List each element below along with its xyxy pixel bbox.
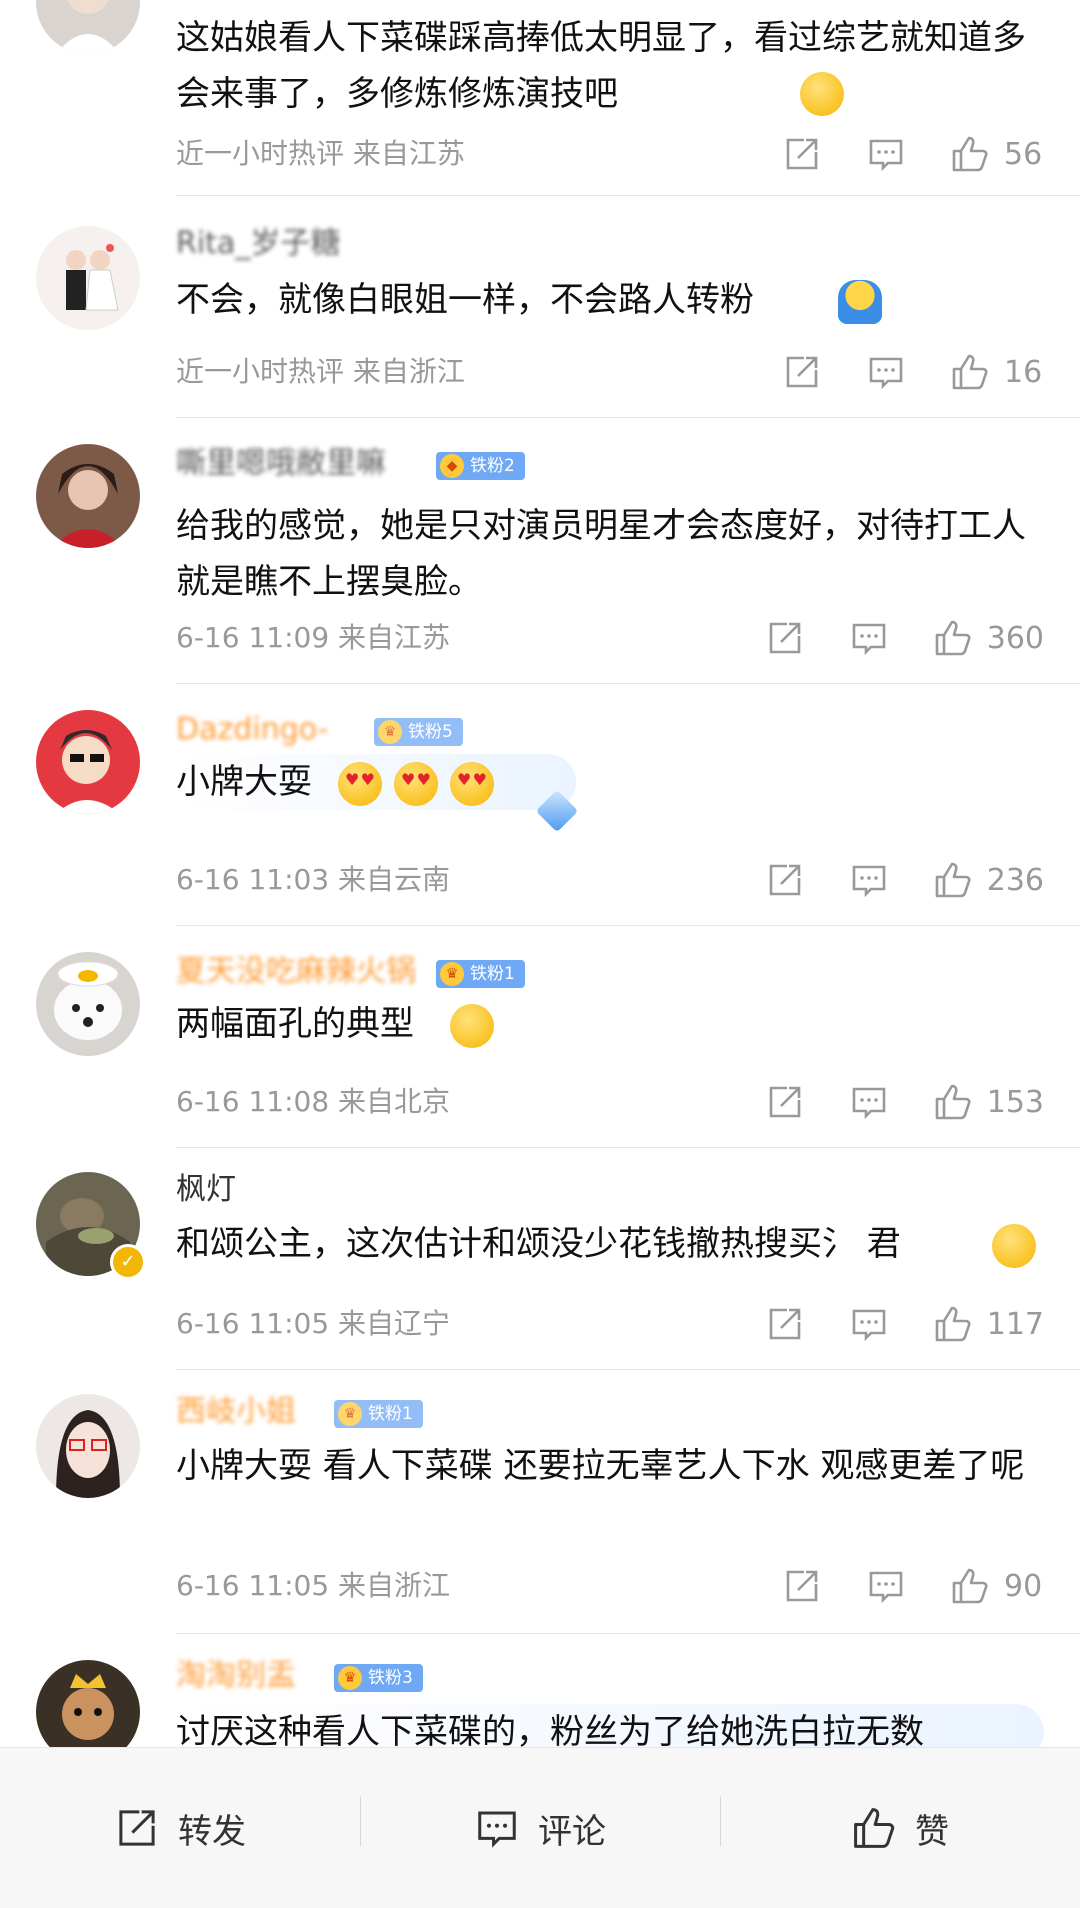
comment-text: 不会，就像白眼姐一样，不会路人转粉 xyxy=(176,280,754,320)
comment-button[interactable]: 评论 xyxy=(360,1748,720,1908)
verified-badge-icon: ✓ xyxy=(110,1244,146,1280)
comment-actions: 153 xyxy=(721,1078,1044,1126)
comment-text: 和颂公主，这次估计和颂没少花钱撤热搜买氵 君 xyxy=(176,1224,901,1264)
repost-icon[interactable] xyxy=(765,860,805,900)
comment-icon[interactable] xyxy=(866,352,906,392)
crown-icon: ♛ xyxy=(378,720,402,744)
diamond-icon: ◆ xyxy=(440,454,464,478)
avatar[interactable] xyxy=(36,1394,140,1498)
comment-text: 两幅面孔的典型 xyxy=(176,1004,414,1044)
heart-eyes-emoji-icon xyxy=(394,762,438,806)
comment-icon[interactable] xyxy=(849,1304,889,1344)
username[interactable]: 西岐小姐 xyxy=(176,1392,296,1432)
hug-emoji-icon xyxy=(838,280,882,324)
avatar[interactable] xyxy=(36,226,140,330)
comment-text: 给我的感觉，她是只对演员明星才会态度好，对待打工人就是瞧不上摆臭脸。 xyxy=(176,506,1026,602)
comment-item: Rita_岁子糖 不会，就像白眼姐一样，不会路人转粉 近一小时热评 来自浙江 1… xyxy=(0,196,1080,418)
repost-icon[interactable] xyxy=(782,352,822,392)
comment-meta: 6-16 11:03 来自云南 xyxy=(176,863,451,896)
fan-badge: ♛ 铁粉1 xyxy=(334,1400,423,1428)
like-count: 360 xyxy=(986,620,1044,656)
comment-meta: 近一小时热评 来自浙江 xyxy=(176,355,465,388)
like-icon[interactable] xyxy=(950,134,990,174)
heart-eyes-emoji-icon xyxy=(450,762,494,806)
repost-icon[interactable] xyxy=(765,1082,805,1122)
bottom-action-bar: 转发 评论 赞 xyxy=(0,1747,1080,1908)
comment-item: 这姑娘看人下菜碟踩高捧低太明显了，看过综艺就知道多会来事了，多修炼修炼演技吧 近… xyxy=(0,0,1080,196)
avatar[interactable] xyxy=(36,444,140,548)
avatar[interactable] xyxy=(36,952,140,1056)
fan-badge: ◆ 铁粉2 xyxy=(436,452,525,480)
username[interactable]: 淘淘别盂 xyxy=(176,1656,296,1696)
comment-text: 小牌大耍 xyxy=(176,762,312,802)
comment-meta: 6-16 11:09 来自江苏 xyxy=(176,621,451,654)
comment-actions: 117 xyxy=(721,1300,1044,1348)
comment-meta: 6-16 11:05 来自辽宁 xyxy=(176,1307,451,1340)
like-button[interactable]: 赞 xyxy=(720,1748,1080,1908)
like-icon[interactable] xyxy=(950,352,990,392)
avatar[interactable] xyxy=(36,0,140,54)
fan-badge: ♛ 铁粉5 xyxy=(374,718,463,746)
comment-item: Dazdingo- ♛铁粉5 小牌大耍 6-16 11:03 来自云南 236 xyxy=(0,684,1080,926)
comment-meta: 近一小时热评 来自江苏 xyxy=(176,137,465,170)
like-label: 赞 xyxy=(915,1811,949,1852)
crown-icon: ♛ xyxy=(338,1666,362,1690)
username[interactable]: 夏天没吃麻辣火锅 xyxy=(176,952,416,992)
comment-item: 西岐小姐 ♛ 铁粉1 小牌大耍 看人下菜碟 还要拉无辜艺人下水 观感更差了呢 6-… xyxy=(0,1370,1080,1634)
like-icon[interactable] xyxy=(933,860,973,900)
like-icon[interactable] xyxy=(933,1082,973,1122)
like-icon[interactable] xyxy=(933,1304,973,1344)
repost-icon[interactable] xyxy=(765,618,805,658)
comment-meta: 6-16 11:08 来自北京 xyxy=(176,1085,451,1118)
username[interactable]: Rita_岁子糖 xyxy=(176,224,340,264)
repost-icon[interactable] xyxy=(782,134,822,174)
comment-text: 小牌大耍 看人下菜碟 还要拉无辜艺人下水 观感更差了呢 xyxy=(176,1446,1025,1486)
like-icon[interactable] xyxy=(933,618,973,658)
comment-meta: 6-16 11:05 来自浙江 xyxy=(176,1569,451,1602)
fan-badge: ♛ 铁粉1 xyxy=(436,960,525,988)
comment-actions: 360 xyxy=(721,614,1044,662)
username[interactable]: Dazdingo- xyxy=(176,710,328,750)
comment-icon[interactable] xyxy=(849,1082,889,1122)
like-count: 90 xyxy=(1004,1568,1043,1604)
comment-icon xyxy=(478,1811,516,1848)
like-count: 56 xyxy=(1004,136,1043,172)
comment-actions: 236 xyxy=(721,856,1044,904)
comment-item: 淘淘别盂 ♛ 铁粉3 讨厌这种看人下菜碟的，粉丝为了给她洗白拉无数 xyxy=(0,1634,1080,1764)
crown-icon: ♛ xyxy=(338,1402,362,1426)
comment-item: 嘶里嗯哦敝里嘛 ◆ 铁粉2 给我的感觉，她是只对演员明星才会态度好，对待打工人就是… xyxy=(0,418,1080,684)
username[interactable]: 嘶里嗯哦敝里嘛 xyxy=(176,444,386,484)
avatar[interactable] xyxy=(36,710,140,814)
fan-badge: ♛ 铁粉3 xyxy=(334,1664,423,1692)
comment-actions: 56 xyxy=(738,130,1044,178)
comment-icon[interactable] xyxy=(849,860,889,900)
comment-actions: 90 xyxy=(738,1562,1044,1610)
smile-emoji-icon xyxy=(800,72,844,116)
repost-icon[interactable] xyxy=(765,1304,805,1344)
repost-icon[interactable] xyxy=(782,1566,822,1606)
repost-icon xyxy=(119,1810,155,1846)
repost-button[interactable]: 转发 xyxy=(0,1748,360,1908)
grin-emoji-icon xyxy=(450,1004,494,1048)
comment-item: ✓ 枫灯 和颂公主，这次估计和颂没少花钱撤热搜买氵 君 6-16 11:05 来… xyxy=(0,1148,1080,1370)
username[interactable]: 枫灯 xyxy=(176,1170,236,1210)
like-count: 16 xyxy=(1004,354,1043,390)
repost-label: 转发 xyxy=(178,1811,246,1852)
like-count: 117 xyxy=(986,1306,1044,1342)
comment-text: 这姑娘看人下菜碟踩高捧低太明显了，看过综艺就知道多会来事了，多修炼修炼演技吧 xyxy=(176,18,1026,114)
like-count: 153 xyxy=(986,1084,1044,1120)
like-count: 236 xyxy=(986,862,1044,898)
comment-actions: 16 xyxy=(738,348,1044,396)
comment-icon[interactable] xyxy=(849,618,889,658)
heart-eyes-emoji-icon xyxy=(338,762,382,806)
comment-label: 评论 xyxy=(538,1811,606,1852)
thinking-emoji-icon xyxy=(992,1224,1036,1268)
like-icon[interactable] xyxy=(950,1566,990,1606)
comment-icon[interactable] xyxy=(866,134,906,174)
comment-item: 夏天没吃麻辣火锅 ♛ 铁粉1 两幅面孔的典型 6-16 11:08 来自北京 15… xyxy=(0,926,1080,1148)
crown-icon: ♛ xyxy=(440,962,464,986)
like-icon xyxy=(854,1808,895,1848)
comment-icon[interactable] xyxy=(866,1566,906,1606)
